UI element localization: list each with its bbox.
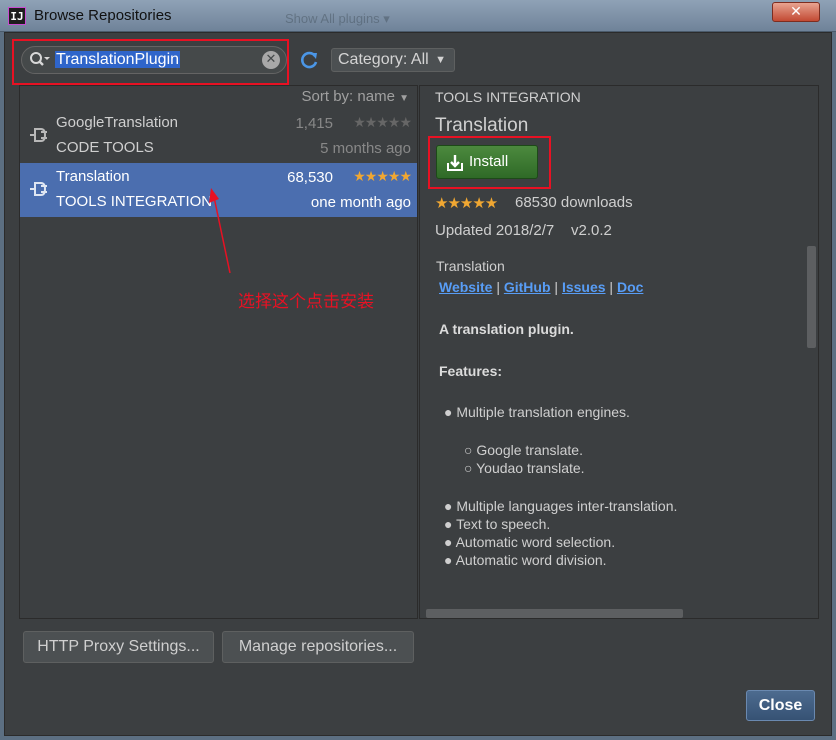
detail-rating-stars: ★★★★★ <box>435 195 498 212</box>
bullet-icon: ● <box>444 516 453 532</box>
doc-link[interactable]: Doc <box>617 279 643 295</box>
feature-item: ● Automatic word selection. <box>444 534 615 550</box>
detail-tagline: A translation plugin. <box>439 321 574 337</box>
detail-category: TOOLS INTEGRATION <box>435 89 581 105</box>
category-dropdown[interactable]: Category: All ▼ <box>331 48 455 72</box>
link-separator: | <box>496 279 500 295</box>
annotation-text: 选择这个点击安装 <box>238 292 374 312</box>
detail-links: Website | GitHub | Issues | Doc <box>439 279 643 295</box>
close-button[interactable]: Close <box>746 690 815 721</box>
bullet-icon: ● <box>444 404 453 420</box>
bullet-icon: ● <box>444 498 453 514</box>
plugin-downloads: 1,415 <box>295 115 333 132</box>
feature-text: Automatic word selection. <box>455 534 616 550</box>
sort-by-label: Sort by: name <box>301 88 395 105</box>
manage-repositories-button[interactable]: Manage repositories... <box>222 631 414 663</box>
feature-item: ● Automatic word division. <box>444 552 607 568</box>
http-proxy-settings-button[interactable]: HTTP Proxy Settings... <box>23 631 214 663</box>
chevron-down-icon: ▼ <box>399 93 409 104</box>
bullet-icon: ○ <box>464 442 473 458</box>
detail-downloads: 68530 downloads <box>515 194 633 211</box>
plugin-list-item[interactable]: GoogleTranslation CODE TOOLS 1,415 ★★★★★… <box>20 109 417 163</box>
install-highlight-box <box>428 136 551 189</box>
sort-by-dropdown[interactable]: Sort by: name ▼ <box>20 86 417 110</box>
horizontal-scrollbar[interactable] <box>426 609 683 618</box>
feature-text: Multiple translation engines. <box>456 404 630 420</box>
feature-item: ● Multiple translation engines. <box>444 404 630 420</box>
feature-subitem: ○ Google translate. <box>464 442 583 458</box>
feature-text: Youdao translate. <box>476 460 585 476</box>
description-plugin-name: Translation <box>436 258 505 274</box>
plugin-name: GoogleTranslation <box>56 114 179 131</box>
vertical-scrollbar[interactable] <box>807 246 816 348</box>
detail-title: Translation <box>435 115 529 136</box>
chevron-down-icon: ▼ <box>435 54 446 66</box>
window-close-button[interactable]: ✕ <box>772 2 820 22</box>
detail-version: v2.0.2 <box>571 222 612 239</box>
category-dropdown-label: Category: All <box>338 51 429 68</box>
bullet-icon: ● <box>444 534 453 550</box>
feature-text: Automatic word division. <box>455 552 607 568</box>
plugin-date: 5 months ago <box>320 140 411 157</box>
link-separator: | <box>609 279 614 295</box>
feature-text: Google translate. <box>476 442 583 458</box>
features-heading: Features: <box>439 363 503 379</box>
rating-stars: ★★★★★ <box>353 168 412 184</box>
website-link[interactable]: Website <box>439 279 492 295</box>
bullet-icon: ● <box>444 552 453 568</box>
title-bar: IJ Browse Repositories Show All plugins … <box>0 0 836 32</box>
search-highlight-box <box>12 39 289 85</box>
background-window-ghost-text: Show All plugins ▾ <box>285 11 390 26</box>
plugin-category: TOOLS INTEGRATION <box>56 193 213 210</box>
plugin-list-panel: Sort by: name ▼ GoogleTranslation CODE T… <box>19 85 418 619</box>
window-title: Browse Repositories <box>34 7 172 24</box>
feature-subitem: ○ Youdao translate. <box>464 460 585 476</box>
feature-item: ● Multiple languages inter-translation. <box>444 498 677 514</box>
plugin-plug-icon <box>26 178 48 200</box>
feature-text: Multiple languages inter-translation. <box>456 498 678 514</box>
feature-text: Text to speech. <box>456 516 551 532</box>
github-link[interactable]: GitHub <box>504 279 551 295</box>
plugin-downloads: 68,530 <box>287 169 333 186</box>
plugin-name: Translation <box>56 168 130 185</box>
rating-stars: ★★★★★ <box>353 114 412 130</box>
plugin-date: one month ago <box>310 194 411 211</box>
bullet-icon: ○ <box>464 460 473 476</box>
feature-item: ● Text to speech. <box>444 516 550 532</box>
refresh-icon[interactable] <box>298 49 320 71</box>
detail-updated-date: Updated 2018/2/7 <box>435 222 555 239</box>
annotation-arrow <box>209 188 231 274</box>
plugin-plug-icon <box>26 124 48 146</box>
intellij-app-icon: IJ <box>8 7 26 25</box>
link-separator: | <box>554 279 559 295</box>
issues-link[interactable]: Issues <box>562 279 606 295</box>
plugin-category: CODE TOOLS <box>56 139 154 156</box>
